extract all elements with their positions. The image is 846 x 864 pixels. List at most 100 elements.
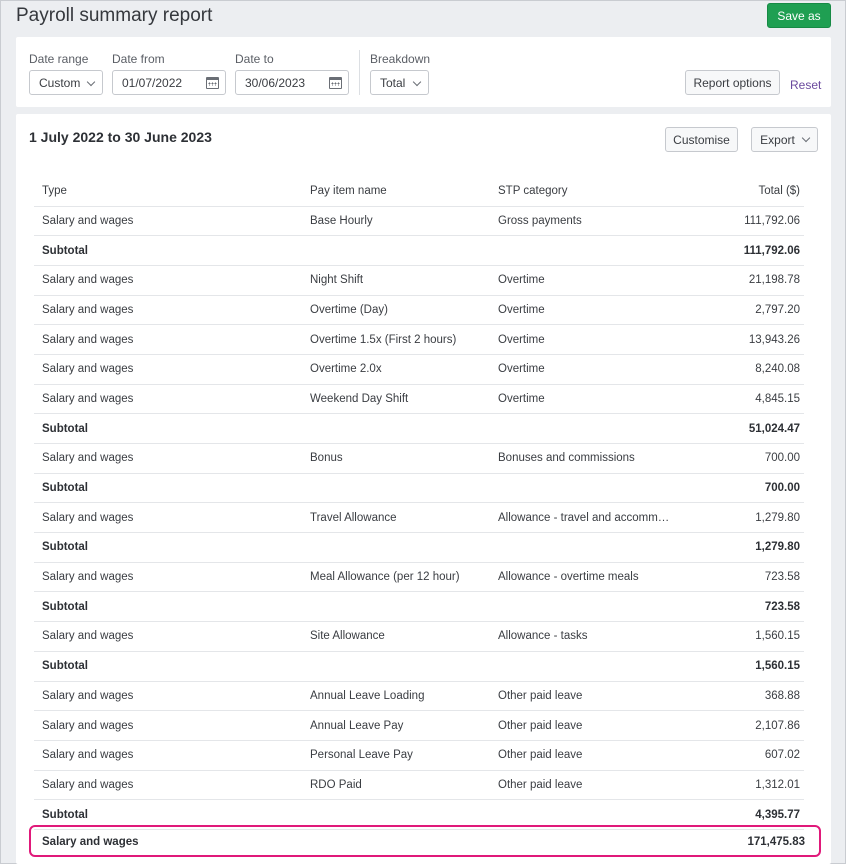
cell-type: Subtotal xyxy=(34,533,302,563)
cell-pay-item: Travel Allowance xyxy=(302,503,490,533)
cell-total: 723.58 xyxy=(669,562,804,592)
cell-total: 1,312.01 xyxy=(669,770,804,800)
filter-panel: Date range Custom Date from 01/07/2022 D… xyxy=(16,37,831,107)
cell-total: 368.88 xyxy=(669,681,804,711)
cell-type: Subtotal xyxy=(34,651,302,681)
date-from-label: Date from xyxy=(112,52,165,66)
reset-link[interactable]: Reset xyxy=(790,78,821,92)
column-header-stp-category[interactable]: STP category xyxy=(490,176,669,206)
date-to-value: 30/06/2023 xyxy=(245,76,305,90)
calendar-icon[interactable] xyxy=(206,77,219,89)
cell-total: 2,797.20 xyxy=(669,295,804,325)
grand-total-value: 171,475.83 xyxy=(747,836,805,848)
cell-pay-item: Site Allowance xyxy=(302,622,490,652)
date-range-label: Date range xyxy=(29,52,88,66)
chevron-down-icon xyxy=(413,78,421,86)
divider xyxy=(359,50,360,95)
cell-total: 51,024.47 xyxy=(669,414,804,444)
cell-stp-category xyxy=(490,236,669,266)
table-row: Salary and wagesPersonal Leave PayOther … xyxy=(34,740,804,770)
report-period-heading: 1 July 2022 to 30 June 2023 xyxy=(29,129,212,145)
table-row: Salary and wagesNight ShiftOvertime21,19… xyxy=(34,265,804,295)
grand-total-highlight xyxy=(29,825,821,857)
column-header-type[interactable]: Type xyxy=(34,176,302,206)
breakdown-select[interactable]: Total xyxy=(370,70,429,95)
date-to-field[interactable]: 30/06/2023 xyxy=(235,70,349,95)
cell-type: Salary and wages xyxy=(34,206,302,236)
cell-pay-item: Meal Allowance (per 12 hour) xyxy=(302,562,490,592)
cell-total: 700.00 xyxy=(669,444,804,474)
cell-stp-category xyxy=(490,592,669,622)
cell-pay-item xyxy=(302,473,490,503)
cell-type: Subtotal xyxy=(34,414,302,444)
cell-type: Salary and wages xyxy=(34,740,302,770)
cell-type: Salary and wages xyxy=(34,681,302,711)
chevron-down-icon xyxy=(802,133,810,141)
export-button[interactable]: Export xyxy=(751,127,818,152)
cell-total: 1,279.80 xyxy=(669,533,804,563)
cell-pay-item xyxy=(302,592,490,622)
calendar-icon[interactable] xyxy=(329,77,342,89)
cell-stp-category: Other paid leave xyxy=(490,740,669,770)
subtotal-row: Subtotal 1,560.15 xyxy=(34,651,804,681)
cell-pay-item: Annual Leave Pay xyxy=(302,711,490,741)
cell-stp-category xyxy=(490,473,669,503)
cell-stp-category: Other paid leave xyxy=(490,711,669,741)
table-row: Salary and wagesOvertime 2.0xOvertime8,2… xyxy=(34,354,804,384)
cell-type: Salary and wages xyxy=(34,444,302,474)
subtotal-row: Subtotal723.58 xyxy=(34,592,804,622)
cell-pay-item xyxy=(302,414,490,444)
report-options-button[interactable]: Report options xyxy=(685,70,780,95)
subtotal-row: Subtotal111,792.06 xyxy=(34,236,804,266)
cell-type: Salary and wages xyxy=(34,562,302,592)
subtotal-row: Subtotal 51,024.47 xyxy=(34,414,804,444)
chevron-down-icon xyxy=(87,78,95,86)
cell-stp-category: Other paid leave xyxy=(490,681,669,711)
cell-type: Salary and wages xyxy=(34,354,302,384)
cell-pay-item: Base Hourly xyxy=(302,206,490,236)
breakdown-label: Breakdown xyxy=(370,52,430,66)
cell-pay-item: Overtime (Day) xyxy=(302,295,490,325)
cell-type: Salary and wages xyxy=(34,770,302,800)
cell-pay-item: Overtime 1.5x (First 2 hours) xyxy=(302,325,490,355)
column-header-pay-item[interactable]: Pay item name xyxy=(302,176,490,206)
cell-type: Salary and wages xyxy=(34,295,302,325)
table-row: Salary and wagesAnnual Leave PayOther pa… xyxy=(34,711,804,741)
breakdown-value: Total xyxy=(380,76,405,90)
cell-total: 700.00 xyxy=(669,473,804,503)
cell-pay-item: Overtime 2.0x xyxy=(302,354,490,384)
cell-stp-category: Other paid leave xyxy=(490,770,669,800)
cell-total: 1,279.80 xyxy=(669,503,804,533)
customise-button[interactable]: Customise xyxy=(665,127,738,152)
subtotal-row: Subtotal 1,279.80 xyxy=(34,533,804,563)
cell-stp-category: Gross payments xyxy=(490,206,669,236)
cell-type: Salary and wages xyxy=(34,384,302,414)
cell-pay-item: Personal Leave Pay xyxy=(302,740,490,770)
table-row: Salary and wagesOvertime (Day)Overtime2,… xyxy=(34,295,804,325)
payroll-summary-table: Type Pay item name STP category Total ($… xyxy=(34,176,804,830)
cell-total: 8,240.08 xyxy=(669,354,804,384)
cell-stp-category: Overtime xyxy=(490,354,669,384)
cell-type: Salary and wages xyxy=(34,503,302,533)
cell-stp-category: Overtime xyxy=(490,295,669,325)
page-title: Payroll summary report xyxy=(16,5,212,27)
table-row: Salary and wagesMeal Allowance (per 12 h… xyxy=(34,562,804,592)
date-range-select[interactable]: Custom xyxy=(29,70,103,95)
cell-pay-item xyxy=(302,651,490,681)
cell-total: 607.02 xyxy=(669,740,804,770)
cell-total: 111,792.06 xyxy=(669,206,804,236)
cell-total: 13,943.26 xyxy=(669,325,804,355)
cell-total: 1,560.15 xyxy=(669,651,804,681)
save-as-button[interactable]: Save as xyxy=(767,3,831,28)
table-body: Salary and wagesBase HourlyGross payment… xyxy=(34,206,804,829)
cell-stp-category xyxy=(490,533,669,563)
cell-stp-category: Bonuses and commissions xyxy=(490,444,669,474)
cell-pay-item xyxy=(302,533,490,563)
cell-pay-item: RDO Paid xyxy=(302,770,490,800)
cell-stp-category: Overtime xyxy=(490,265,669,295)
cell-stp-category: Overtime xyxy=(490,325,669,355)
cell-type: Subtotal xyxy=(34,592,302,622)
date-from-field[interactable]: 01/07/2022 xyxy=(112,70,226,95)
subtotal-row: Subtotal700.00 xyxy=(34,473,804,503)
column-header-total[interactable]: Total ($) xyxy=(669,176,804,206)
